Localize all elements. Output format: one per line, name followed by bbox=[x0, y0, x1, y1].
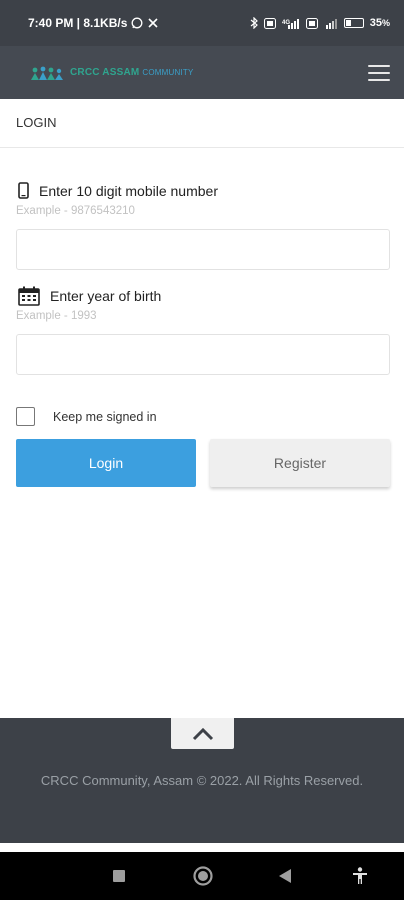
birth-year-label-row: Enter year of birth bbox=[18, 286, 161, 306]
accessibility-icon[interactable] bbox=[348, 852, 372, 900]
bluetooth-icon bbox=[250, 17, 258, 29]
keep-signed-in-label: Keep me signed in bbox=[53, 409, 157, 424]
signal2-icon bbox=[325, 18, 337, 29]
hamburger-icon[interactable] bbox=[368, 64, 390, 81]
back-triangle-glyph bbox=[278, 869, 291, 883]
app-header: CRCC ASSAM COMMUNITY bbox=[0, 46, 404, 99]
status-bar: 7:40 PM | 8.1KB/s 4G 35% bbox=[0, 0, 404, 46]
site-logo[interactable]: CRCC ASSAM COMMUNITY bbox=[30, 65, 194, 81]
battery-icon bbox=[343, 18, 364, 28]
login-button[interactable]: Login bbox=[16, 439, 196, 487]
copyright-text: CRCC Community, Assam © 2022. All Rights… bbox=[40, 773, 364, 788]
birth-year-input[interactable] bbox=[16, 334, 390, 375]
birth-year-hint: Example - 1993 bbox=[16, 310, 97, 322]
fan-icon bbox=[148, 18, 158, 28]
hamburger-line bbox=[368, 71, 390, 74]
keep-signed-in-checkbox[interactable] bbox=[16, 407, 35, 426]
signal-icon: 4G bbox=[282, 18, 299, 29]
recents-square-icon[interactable] bbox=[108, 852, 130, 900]
home-circle-glyph bbox=[193, 866, 213, 886]
keep-signed-in-row: Keep me signed in bbox=[16, 407, 157, 426]
status-right: 4G 35% bbox=[250, 17, 390, 29]
calendar-icon bbox=[18, 286, 40, 306]
chevron-up-icon bbox=[192, 727, 213, 740]
battery-unit: % bbox=[381, 18, 390, 28]
logo-primary: CRCC ASSAM bbox=[70, 67, 140, 78]
battery-percent: 35% bbox=[370, 17, 390, 29]
battery-value: 35 bbox=[369, 17, 382, 29]
logo-text: CRCC ASSAM COMMUNITY bbox=[70, 67, 194, 78]
scroll-to-top-button[interactable] bbox=[171, 718, 234, 749]
divider bbox=[0, 147, 404, 148]
accessibility-glyph bbox=[353, 867, 367, 884]
page-title: LOGIN bbox=[16, 115, 57, 130]
hamburger-line bbox=[368, 64, 390, 67]
svg-text:4G: 4G bbox=[282, 20, 290, 26]
mobile-label-row: Enter 10 digit mobile number bbox=[18, 182, 218, 199]
whatsapp-icon bbox=[131, 17, 143, 29]
logo-people-icon bbox=[31, 66, 63, 80]
volte-icon bbox=[263, 17, 276, 29]
mobile-input[interactable] bbox=[16, 229, 390, 270]
battery-fill bbox=[345, 20, 352, 26]
volte2-icon bbox=[305, 17, 318, 29]
back-triangle-icon[interactable] bbox=[274, 852, 296, 900]
home-circle-icon[interactable] bbox=[190, 852, 216, 900]
status-time: 7:40 PM | 8.1KB/s bbox=[28, 16, 128, 30]
mobile-hint: Example - 9876543210 bbox=[16, 205, 135, 217]
hamburger-line bbox=[368, 78, 390, 81]
phone-icon bbox=[18, 182, 29, 199]
recents-square-glyph bbox=[113, 870, 125, 882]
register-button[interactable]: Register bbox=[210, 439, 390, 487]
birth-year-label: Enter year of birth bbox=[50, 288, 162, 304]
logo-secondary: COMMUNITY bbox=[142, 68, 194, 77]
mobile-label: Enter 10 digit mobile number bbox=[39, 182, 218, 199]
system-nav-bar bbox=[0, 852, 404, 900]
status-left: 7:40 PM | 8.1KB/s bbox=[28, 16, 159, 30]
